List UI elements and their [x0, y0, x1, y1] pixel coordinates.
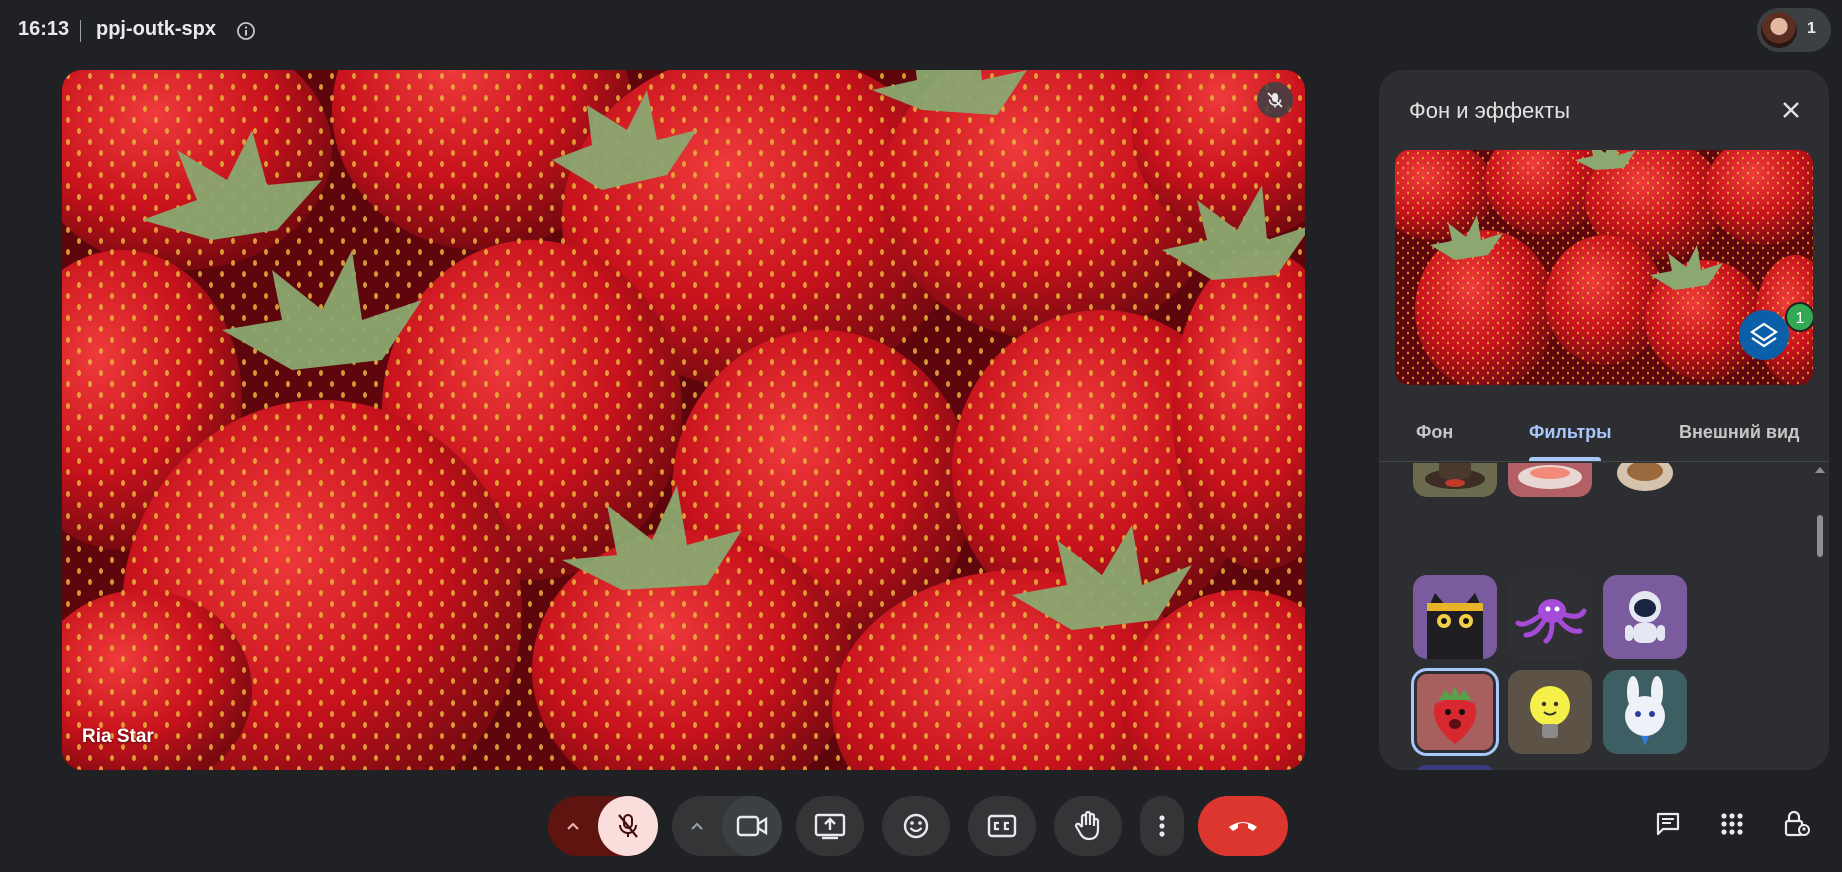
end-call-icon	[1229, 822, 1257, 831]
participant-name: Ria Star	[82, 726, 154, 747]
self-preview: 1	[1395, 150, 1813, 385]
captions-icon	[987, 814, 1017, 838]
chevron-up-icon[interactable]	[566, 820, 580, 832]
activities-button[interactable]	[1704, 796, 1760, 852]
camera-toggle-button[interactable]	[722, 796, 782, 856]
call-controls	[534, 780, 1304, 870]
layers-icon[interactable]	[1739, 310, 1789, 360]
filter-lightbulb[interactable]	[1508, 670, 1592, 754]
meeting-code: ppj-outk-spx	[96, 18, 216, 40]
camera-control-group	[672, 796, 782, 856]
apps-grid-icon	[1721, 813, 1743, 835]
leave-call-button[interactable]	[1198, 796, 1288, 856]
meet-call-screen: 16:13 ppj-outk-spx 1 Ria Star Фон и эффе…	[0, 0, 1842, 872]
raise-hand-button[interactable]	[1054, 796, 1122, 856]
strawberry-video-feed	[62, 70, 1305, 770]
divider	[80, 20, 81, 42]
participant-muted-icon	[1257, 82, 1293, 118]
lock-person-icon	[1784, 810, 1810, 837]
effects-count-badge: 1	[1785, 302, 1813, 332]
clock: 16:13	[18, 18, 70, 40]
filter-panda[interactable]	[1413, 765, 1497, 770]
filter-black-cat[interactable]	[1413, 575, 1497, 659]
chevron-up-icon[interactable]	[690, 820, 704, 832]
tab-appearance[interactable]: Внешний вид	[1679, 422, 1799, 443]
present-screen-icon	[814, 813, 846, 840]
captions-button[interactable]	[968, 796, 1036, 856]
effects-tabs: Фон Фильтры Внешний вид	[1379, 400, 1829, 462]
participant-video: Ria Star	[62, 70, 1305, 770]
close-icon[interactable]	[1775, 94, 1807, 126]
filter-cake[interactable]	[1508, 463, 1592, 497]
hand-icon	[1074, 811, 1100, 841]
panel-title: Фон и эффекты	[1409, 98, 1571, 123]
tab-filters[interactable]: Фильтры	[1529, 422, 1612, 443]
more-options-button[interactable]	[1140, 796, 1184, 856]
chat-icon	[1656, 812, 1680, 836]
filter-strawberry[interactable]	[1411, 668, 1499, 756]
filter-hat[interactable]	[1413, 463, 1497, 497]
camera-icon	[736, 815, 768, 837]
filter-bread[interactable]	[1603, 463, 1687, 497]
filter-astronaut[interactable]	[1603, 575, 1687, 659]
info-icon[interactable]	[236, 21, 256, 41]
mic-off-icon	[618, 814, 638, 838]
participants-chip[interactable]: 1	[1757, 8, 1831, 52]
emoji-icon	[903, 813, 929, 839]
top-bar: 16:13 ppj-outk-spx 1	[0, 0, 1842, 60]
scrollbar-thumb[interactable]	[1817, 515, 1823, 557]
host-controls-button[interactable]	[1768, 796, 1824, 852]
filters-grid	[1379, 463, 1829, 770]
active-tab-indicator	[1529, 457, 1601, 461]
avatar	[1761, 12, 1797, 48]
more-vert-icon	[1159, 815, 1165, 837]
chat-button[interactable]	[1640, 796, 1696, 852]
reactions-button[interactable]	[882, 796, 950, 856]
filter-octopus[interactable]	[1508, 575, 1592, 659]
mic-control-group	[548, 796, 658, 856]
present-screen-button[interactable]	[796, 796, 864, 856]
scroll-up-icon[interactable]	[1815, 467, 1825, 473]
participant-count: 1	[1807, 20, 1816, 37]
backgrounds-effects-panel: Фон и эффекты 1 Фон Фильтры Внешний вид	[1379, 70, 1829, 770]
side-controls	[1640, 796, 1840, 856]
tab-background[interactable]: Фон	[1416, 422, 1453, 443]
mic-toggle-button[interactable]	[598, 796, 658, 856]
filter-bunny[interactable]	[1603, 670, 1687, 754]
